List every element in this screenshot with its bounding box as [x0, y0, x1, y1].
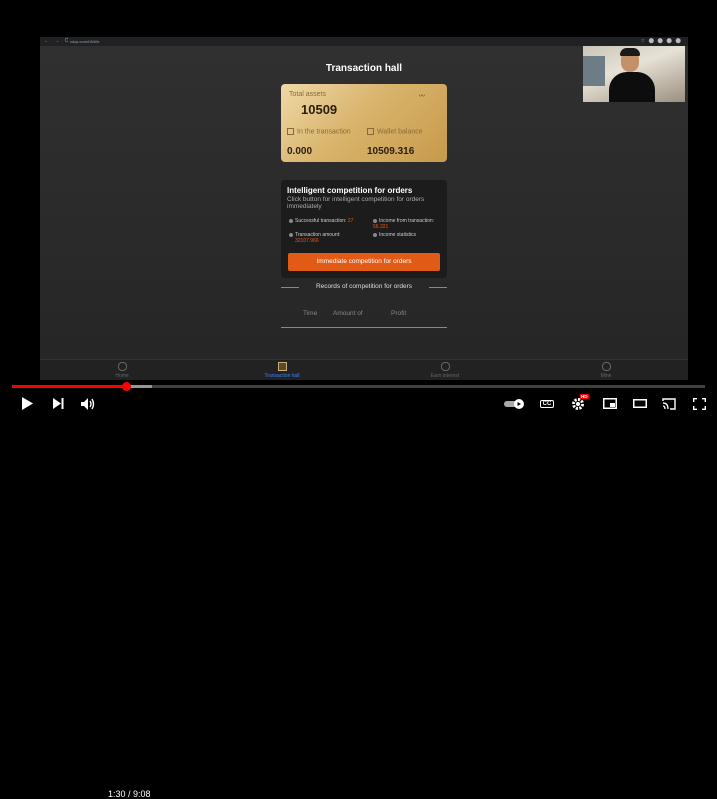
check-icon [289, 218, 293, 223]
progress-played [12, 385, 126, 388]
nav-earn-interest-label: Earn interest [430, 373, 460, 379]
column-time: Time [303, 310, 318, 317]
column-profit: Profit [391, 310, 407, 317]
total-assets-value: 10509 [301, 102, 338, 117]
volume-icon[interactable] [78, 392, 98, 415]
wallet-balance-row: Wallet balance [367, 128, 423, 135]
user-icon [601, 362, 611, 371]
theater-icon[interactable] [631, 392, 649, 415]
background-window [583, 56, 605, 86]
document-icon [287, 128, 294, 135]
time-display: 1:30 / 9:08 [108, 789, 151, 799]
successful-transaction-stat: Successful transaction: 27 [289, 218, 369, 224]
player-controls: 1:30 / 9:08 CC HD [0, 392, 717, 799]
nav-home-label: Home [115, 373, 129, 379]
in-transaction-label: In the transaction [297, 128, 351, 136]
nav-mine-label: Mine [600, 373, 612, 379]
wallet-balance-value: 10509.316 [367, 146, 415, 157]
total-assets-label: Total assets [289, 91, 326, 98]
income-value: 56.321 [373, 224, 389, 230]
income-stat: Income from transaction: 56.321 [373, 218, 443, 230]
person-hair [620, 48, 640, 56]
video-player[interactable]: ← → C cdqs.com/h5/#/tr ☆ ⬤ ⬤ ⬤ ⬤ Transac… [0, 0, 717, 799]
income-statistics-label: Income statistics [379, 232, 416, 238]
competition-heading: Intelligent competition for orders [287, 186, 413, 195]
play-icon[interactable] [16, 392, 38, 415]
interest-icon [440, 362, 450, 371]
amount-icon [289, 232, 293, 237]
income-icon [373, 218, 377, 223]
settings-icon[interactable]: HD [568, 392, 589, 415]
statistics-icon [373, 232, 377, 237]
column-amount: Amount of [333, 310, 363, 317]
cast-icon[interactable] [660, 392, 678, 415]
autoplay-toggle[interactable] [503, 392, 527, 415]
wallet-icon [367, 128, 374, 135]
successful-transaction-label: Successful transaction: [295, 218, 347, 224]
nav-transaction-hall[interactable]: Transaction hall [232, 362, 332, 379]
nav-earn-interest[interactable]: Earn interest [395, 362, 495, 379]
browser-nav-icons: ← → C [44, 38, 71, 44]
competition-description: Click button for intelligent competition… [287, 196, 425, 210]
in-transaction-row: In the transaction [287, 128, 351, 135]
records-heading: Records of competition for orders [281, 283, 447, 290]
income-statistics-link[interactable]: Income statistics [373, 232, 443, 238]
browser-toolbar: ← → C cdqs.com/h5/#/tr ☆ ⬤ ⬤ ⬤ ⬤ [40, 37, 688, 46]
app-bottom-nav: Home Transaction hall Earn interest Mine [40, 359, 688, 380]
transaction-amount-value: 32107.966 [295, 238, 319, 244]
captions-label: CC [539, 399, 555, 408]
wallet-balance-label: Wallet balance [377, 128, 423, 136]
nav-home[interactable]: Home [72, 362, 172, 379]
assets-card: Total assets 〰 10509 In the transaction … [281, 84, 447, 162]
webcam-overlay [583, 46, 685, 102]
competition-panel: Intelligent competition for orders Click… [281, 180, 447, 278]
nav-transaction-hall-label: Transaction hall [264, 373, 300, 379]
nav-mine[interactable]: Mine [556, 362, 656, 379]
next-icon[interactable] [48, 392, 68, 415]
scrubber-handle[interactable] [122, 382, 131, 391]
wave-icon: 〰 [418, 94, 425, 100]
transaction-amount-stat: Transaction amount: 32107.966 [289, 232, 369, 244]
captions-icon[interactable]: CC [538, 392, 556, 415]
person-body [609, 72, 655, 102]
fullscreen-icon[interactable] [690, 392, 708, 415]
home-icon [117, 362, 127, 371]
browser-extension-icons: ☆ ⬤ ⬤ ⬤ ⬤ [640, 38, 682, 44]
hd-badge: HD [580, 394, 589, 399]
transaction-hall-icon [277, 362, 287, 371]
browser-url: cdqs.com/h5/#/tr [70, 39, 100, 44]
records-divider [281, 327, 447, 328]
in-transaction-value: 0.000 [287, 146, 313, 157]
successful-transaction-value: 27 [347, 218, 354, 224]
immediate-competition-button[interactable]: Immediate competition for orders [288, 253, 440, 271]
miniplayer-icon[interactable] [601, 392, 619, 415]
